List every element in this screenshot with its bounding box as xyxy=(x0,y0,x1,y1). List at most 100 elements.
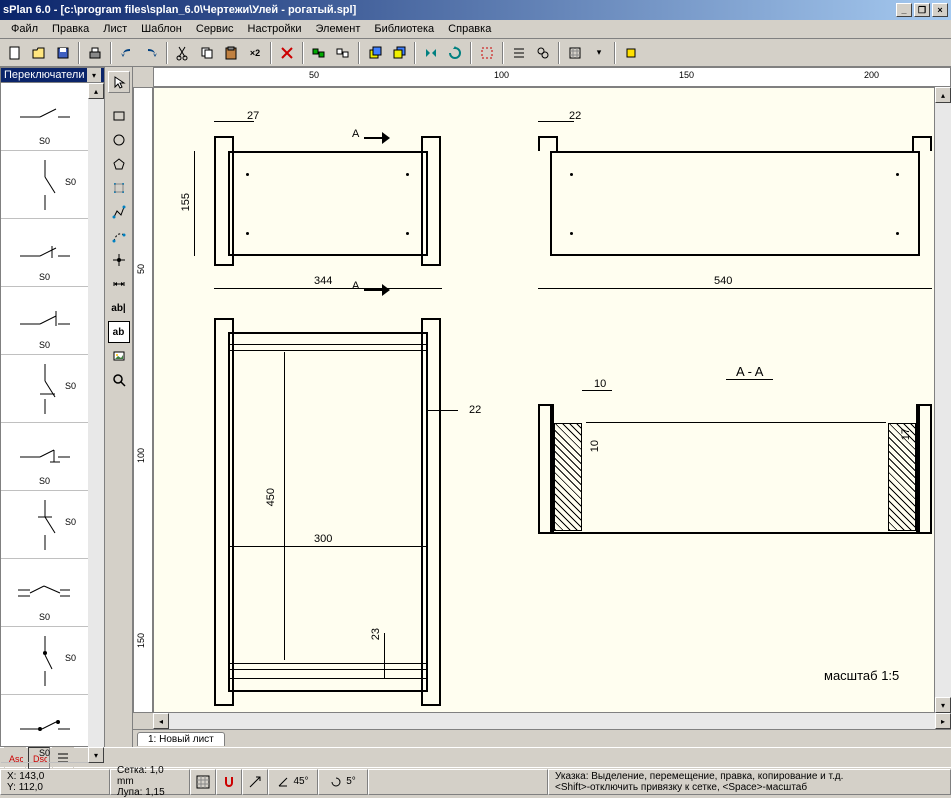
find-button[interactable] xyxy=(532,42,554,64)
drawing-toolbar: ab| ab xyxy=(105,67,133,747)
menu-template[interactable]: Шаблон xyxy=(134,21,189,37)
canvas-area: 50 100 150 200 50 100 150 xyxy=(133,67,951,747)
sheet-tab[interactable]: 1: Новый лист xyxy=(137,732,225,746)
line-tool[interactable] xyxy=(108,201,130,223)
grid-settings-button[interactable] xyxy=(564,42,586,64)
menu-file[interactable]: Файл xyxy=(4,21,45,37)
scroll-track[interactable] xyxy=(169,713,935,729)
front-button[interactable] xyxy=(364,42,386,64)
back-button[interactable] xyxy=(388,42,410,64)
menu-element[interactable]: Элемент xyxy=(308,21,367,37)
menu-settings[interactable]: Настройки xyxy=(241,21,309,37)
maximize-button[interactable]: ❐ xyxy=(914,3,930,17)
menu-bar: Файл Правка Лист Шаблон Сервис Настройки… xyxy=(0,20,951,39)
menu-sheet[interactable]: Лист xyxy=(96,21,134,37)
scroll-up-button[interactable]: ▴ xyxy=(88,83,104,99)
paste-button[interactable] xyxy=(220,42,242,64)
text-box-tool[interactable]: ab xyxy=(108,321,130,343)
horizontal-scrollbar[interactable]: ◂ ▸ xyxy=(153,713,951,729)
library-category-dropdown[interactable]: Переключатели ▾ xyxy=(1,68,104,83)
grid-toggle-button[interactable] xyxy=(190,769,216,795)
ruler-horizontal: 50 100 150 200 xyxy=(153,67,951,87)
shape-tool[interactable] xyxy=(108,153,130,175)
menu-service[interactable]: Сервис xyxy=(189,21,241,37)
menu-library[interactable]: Библиотека xyxy=(367,21,441,37)
status-bar: X: 143,0 Y: 112,0 Сетка: 1,0 mm Лупа: 1,… xyxy=(0,767,951,795)
select-tool[interactable] xyxy=(108,71,130,93)
duplicate-button[interactable]: ×2 xyxy=(244,42,266,64)
zoom-tool[interactable] xyxy=(108,369,130,391)
dimension-label: 23 xyxy=(370,628,382,640)
drawing-part xyxy=(550,404,920,534)
section-label: A xyxy=(352,280,359,292)
curve-tool[interactable] xyxy=(108,225,130,247)
rectangle-tool[interactable] xyxy=(108,105,130,127)
status-coords: X: 143,0 Y: 112,0 xyxy=(0,769,110,795)
library-item[interactable]: S0 xyxy=(1,355,88,423)
scroll-down-button[interactable]: ▾ xyxy=(88,747,104,763)
menu-help[interactable]: Справка xyxy=(441,21,498,37)
drawing-part xyxy=(228,151,428,256)
mirror-h-button[interactable] xyxy=(420,42,442,64)
library-item[interactable]: S0 xyxy=(1,151,88,219)
library-scrollbar[interactable]: ▴ ▾ xyxy=(88,83,104,763)
group-button[interactable] xyxy=(308,42,330,64)
dimension-label: 450 xyxy=(265,488,277,506)
list-button[interactable] xyxy=(508,42,530,64)
library-item[interactable]: S0 xyxy=(1,695,88,763)
image-tool[interactable] xyxy=(108,345,130,367)
dimension-tool[interactable] xyxy=(108,273,130,295)
scroll-right-button[interactable]: ▸ xyxy=(935,713,951,729)
status-angle[interactable]: 45° xyxy=(268,769,318,795)
snap-toggle-button[interactable] xyxy=(216,769,242,795)
minimize-button[interactable]: _ xyxy=(896,3,912,17)
circle-tool[interactable] xyxy=(108,129,130,151)
grid-dropdown[interactable]: ▾ xyxy=(588,42,610,64)
cut-button[interactable] xyxy=(172,42,194,64)
text-tool[interactable]: ab| xyxy=(108,297,130,319)
main-toolbar: ×2 ▾ xyxy=(0,39,951,67)
dimension-label: 27 xyxy=(247,110,259,122)
redo-button[interactable] xyxy=(140,42,162,64)
dimension-label: 22 xyxy=(469,404,481,416)
bottom-toolbar: Asc Dsc xyxy=(0,747,951,767)
section-title: A - A xyxy=(726,364,773,380)
dropdown-arrow-icon: ▾ xyxy=(87,68,101,82)
new-file-button[interactable] xyxy=(4,42,26,64)
save-file-button[interactable] xyxy=(52,42,74,64)
node-tool[interactable] xyxy=(108,249,130,271)
drawing-part xyxy=(538,136,558,151)
undo-button[interactable] xyxy=(116,42,138,64)
library-item[interactable]: S0 xyxy=(1,83,88,151)
library-category-label: Переключатели xyxy=(4,69,84,81)
menu-edit[interactable]: Правка xyxy=(45,21,96,37)
vertical-scrollbar[interactable]: ▴ ▾ xyxy=(935,87,951,713)
library-item[interactable]: S0 xyxy=(1,287,88,355)
library-item[interactable]: S0 xyxy=(1,491,88,559)
library-item[interactable]: S0 xyxy=(1,423,88,491)
scroll-left-button[interactable]: ◂ xyxy=(153,713,169,729)
scroll-down-button[interactable]: ▾ xyxy=(935,697,951,713)
origin-button[interactable] xyxy=(242,769,268,795)
scroll-track[interactable] xyxy=(88,99,104,747)
scroll-track[interactable] xyxy=(935,103,951,697)
drawing-canvas[interactable]: 27 155 344 A A xyxy=(153,87,935,713)
print-button[interactable] xyxy=(84,42,106,64)
scroll-up-button[interactable]: ▴ xyxy=(935,87,951,103)
drawing-part xyxy=(214,136,234,266)
library-item[interactable]: S0 xyxy=(1,627,88,695)
dimension-label: 22 xyxy=(569,110,581,122)
library-item[interactable]: S0 xyxy=(1,219,88,287)
ungroup-button[interactable] xyxy=(332,42,354,64)
library-item[interactable]: S0 xyxy=(1,559,88,627)
dimension-label: 300 xyxy=(314,533,332,545)
open-file-button[interactable] xyxy=(28,42,50,64)
snap-button[interactable] xyxy=(476,42,498,64)
status-step[interactable]: 5° xyxy=(318,769,368,795)
delete-button[interactable] xyxy=(276,42,298,64)
zoom-fit-button[interactable] xyxy=(620,42,642,64)
rotate-button[interactable] xyxy=(444,42,466,64)
polygon-tool[interactable] xyxy=(108,177,130,199)
close-button[interactable]: × xyxy=(932,3,948,17)
copy-button[interactable] xyxy=(196,42,218,64)
